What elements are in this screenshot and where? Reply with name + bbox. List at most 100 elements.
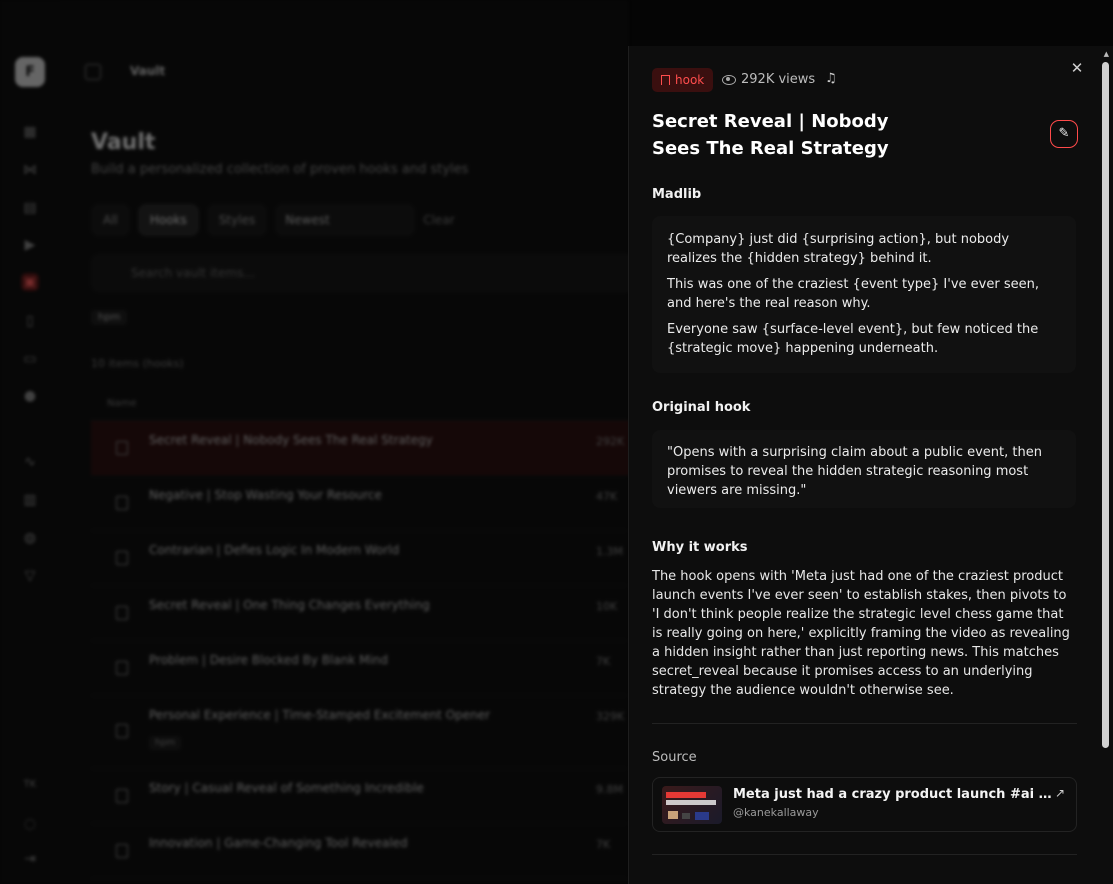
row-views: 7K bbox=[596, 838, 611, 851]
user-avatar[interactable]: TK bbox=[21, 776, 39, 794]
vault-table: Name Views Secret Reveal | Nobody Sees T… bbox=[91, 388, 691, 879]
original-hook-label: Original hook bbox=[652, 400, 751, 415]
row-name: Personal Experience | Time-Stamped Excit… bbox=[149, 708, 490, 722]
row-views: 47K bbox=[596, 490, 618, 503]
bookmark-icon bbox=[116, 661, 128, 675]
madlib-line: Everyone saw {surface-level event}, but … bbox=[667, 322, 1039, 356]
filter-row: All Hooks Styles Newest Clear bbox=[91, 202, 455, 238]
folder-icon[interactable]: ▭ bbox=[21, 350, 39, 368]
type-badge: hook bbox=[652, 68, 714, 92]
page-title: Vault bbox=[91, 130, 156, 155]
detail-drawer: ▲ ✕ hook 292K views ♫ Secret Reveal | No… bbox=[628, 46, 1113, 884]
chart-icon[interactable]: ▥ bbox=[21, 491, 39, 509]
table-row[interactable]: Innovation | Game-Changing Tool Revealed… bbox=[91, 824, 691, 879]
bookmark-icon bbox=[116, 496, 128, 510]
row-views: 292K bbox=[596, 435, 625, 448]
scrollbar-thumb[interactable] bbox=[1102, 62, 1109, 748]
divider bbox=[652, 854, 1077, 855]
edit-button[interactable]: ✎ bbox=[1050, 120, 1078, 148]
row-views: 7K bbox=[596, 655, 611, 668]
source-label: Source bbox=[652, 750, 697, 765]
filter-styles[interactable]: Styles bbox=[206, 204, 268, 236]
madlib-label: Madlib bbox=[652, 187, 702, 202]
filter-icon[interactable]: ▽ bbox=[21, 567, 39, 585]
row-name: Contrarian | Defies Logic In Modern Worl… bbox=[149, 543, 400, 557]
row-views: 10K bbox=[596, 600, 618, 613]
row-name: Innovation | Game-Changing Tool Revealed bbox=[149, 836, 408, 850]
grid-icon[interactable]: ▤ bbox=[21, 199, 39, 217]
logout-icon[interactable]: ⇥ bbox=[21, 850, 39, 868]
col-name: Name bbox=[107, 398, 137, 409]
left-rail: F ▦ ⋈ ▤ ▶ ▣ ▯ ▭ ● ∿ ▥ ◍ ▽ TK ◌ ⇥ bbox=[0, 0, 60, 884]
tag-filter-chip[interactable]: hpm bbox=[91, 310, 128, 325]
madlib-line: {Company} just did {surprising action}, … bbox=[667, 232, 1010, 266]
bookmark-icon bbox=[661, 75, 670, 85]
clear-filters[interactable]: Clear bbox=[423, 204, 454, 236]
hook-title: Secret Reveal | Nobody Sees The Real Str… bbox=[652, 111, 889, 159]
table-header: Name Views bbox=[91, 388, 691, 437]
bookmark-icon bbox=[116, 724, 128, 738]
main-area: Vault Vault Build a personalized collect… bbox=[60, 0, 691, 884]
table-row[interactable]: Contrarian | Defies Logic In Modern Worl… bbox=[91, 531, 691, 586]
source-title: Meta just had a crazy product launch #ai… bbox=[733, 787, 1053, 802]
views-count: 292K views bbox=[722, 72, 815, 87]
music-note-icon: ♫ bbox=[825, 71, 837, 86]
row-tag: hpm bbox=[149, 736, 182, 750]
table-row[interactable]: Secret Reveal | Nobody Sees The Real Str… bbox=[91, 421, 691, 476]
filter-all[interactable]: All bbox=[91, 204, 130, 236]
sort-select[interactable]: Newest bbox=[275, 204, 416, 236]
table-row[interactable]: Personal Experience | Time-Stamped Excit… bbox=[91, 696, 691, 769]
bookmark-icon bbox=[116, 441, 128, 455]
vault-icon[interactable]: ▣ bbox=[21, 273, 39, 291]
row-name: Problem | Desire Blocked By Blank Mind bbox=[149, 653, 388, 667]
why-it-works-text: The hook opens with 'Meta just had one o… bbox=[652, 569, 1070, 698]
help-icon[interactable]: ◌ bbox=[21, 815, 39, 833]
globe-icon[interactable]: ● bbox=[21, 387, 39, 405]
search-input[interactable]: Search vault items... bbox=[91, 254, 651, 292]
app-logo[interactable]: F bbox=[15, 57, 45, 87]
play-icon[interactable]: ▶ bbox=[21, 236, 39, 254]
dashboard-icon[interactable]: ▦ bbox=[21, 123, 39, 141]
badge-label: hook bbox=[675, 73, 705, 87]
source-card[interactable]: Meta just had a crazy product launch #ai… bbox=[652, 777, 1077, 832]
settings-icon[interactable]: ◍ bbox=[21, 529, 39, 547]
bookmark-icon bbox=[116, 789, 128, 803]
document-icon[interactable]: ▯ bbox=[21, 312, 39, 330]
scroll-up-arrow-icon[interactable]: ▲ bbox=[1104, 50, 1109, 58]
close-icon[interactable]: ✕ bbox=[1069, 60, 1085, 76]
row-views: 1.3M bbox=[596, 545, 623, 558]
sidebar-toggle-icon[interactable] bbox=[85, 64, 101, 80]
row-name: Secret Reveal | One Thing Changes Everyt… bbox=[149, 598, 430, 612]
activity-icon[interactable]: ∿ bbox=[21, 453, 39, 471]
bookmark-icon bbox=[116, 606, 128, 620]
filter-hooks[interactable]: Hooks bbox=[137, 204, 199, 236]
original-hook-text: "Opens with a surprising claim about a p… bbox=[652, 430, 1076, 508]
inbox-icon[interactable]: ⋈ bbox=[21, 161, 39, 179]
page-subtitle: Build a personalized collection of prove… bbox=[91, 162, 469, 177]
source-handle: @kanekallaway bbox=[733, 806, 819, 819]
external-link-icon[interactable]: ↗ bbox=[1055, 786, 1065, 800]
table-row[interactable]: Secret Reveal | One Thing Changes Everyt… bbox=[91, 586, 691, 641]
table-row[interactable]: Negative | Stop Wasting Your Resource 47K bbox=[91, 476, 691, 531]
eye-icon bbox=[722, 74, 736, 85]
row-name: Story | Casual Reveal of Something Incre… bbox=[149, 781, 424, 795]
row-views: 329K bbox=[596, 710, 625, 723]
row-name: Negative | Stop Wasting Your Resource bbox=[149, 488, 382, 502]
scrollbar[interactable]: ▲ bbox=[1102, 46, 1112, 884]
item-count: 10 items (hooks) bbox=[91, 357, 184, 370]
breadcrumb: Vault bbox=[130, 64, 166, 78]
views-label: 292K views bbox=[741, 72, 816, 87]
divider bbox=[652, 723, 1077, 724]
row-views: 9.8M bbox=[596, 783, 623, 796]
why-it-works-label: Why it works bbox=[652, 540, 748, 555]
bookmark-icon bbox=[116, 551, 128, 565]
madlib-box: {Company} just did {surprising action}, … bbox=[652, 216, 1076, 373]
background-app: F ▦ ⋈ ▤ ▶ ▣ ▯ ▭ ● ∿ ▥ ◍ ▽ TK ◌ ⇥ Vault V… bbox=[0, 0, 691, 884]
madlib-line: This was one of the craziest {event type… bbox=[667, 277, 1039, 311]
pencil-icon: ✎ bbox=[1058, 126, 1070, 141]
row-name: Secret Reveal | Nobody Sees The Real Str… bbox=[149, 433, 433, 447]
table-row[interactable]: Story | Casual Reveal of Something Incre… bbox=[91, 769, 691, 824]
source-thumbnail bbox=[662, 786, 722, 824]
bookmark-icon bbox=[116, 844, 128, 858]
table-row[interactable]: Problem | Desire Blocked By Blank Mind 7K bbox=[91, 641, 691, 696]
